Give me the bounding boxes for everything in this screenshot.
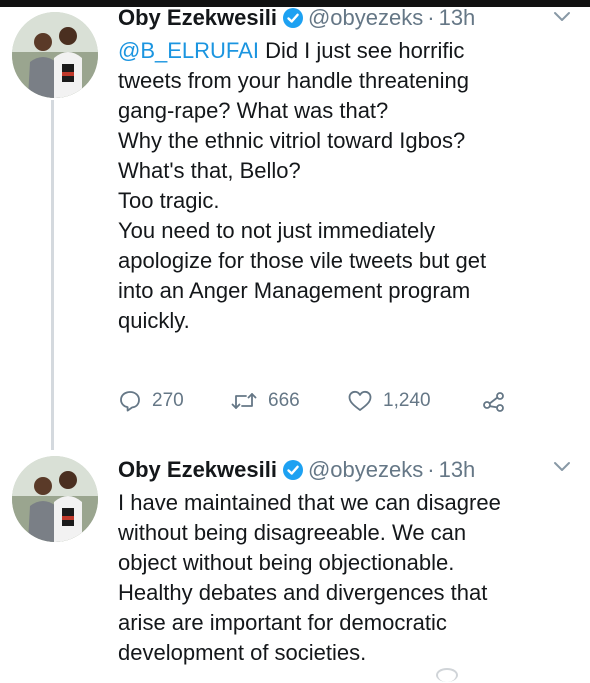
verified-badge-icon (282, 7, 304, 29)
avatar[interactable] (12, 456, 98, 542)
retweet-count: 666 (268, 390, 300, 411)
reply-icon (436, 668, 458, 682)
timestamp[interactable]: 13h (439, 5, 476, 31)
tweet-line-text: Did I just see horrific (265, 38, 465, 63)
tweet-header: Oby Ezekwesili @obyezeks · 13h (118, 0, 558, 36)
tweet-header: Oby Ezekwesili @obyezeks · 13h (118, 452, 558, 488)
thread-connector (51, 100, 54, 450)
heart-icon (348, 390, 372, 411)
tweet-line: What's that, Bello? (118, 158, 301, 183)
tweet-line: arise are important for democratic (118, 610, 447, 635)
tweet-line: You need to not just immediately (118, 218, 436, 243)
mention-link[interactable]: @B_ELRUFAI (118, 38, 259, 63)
verified-badge-icon (282, 459, 304, 481)
author-name[interactable]: Oby Ezekwesili (118, 5, 277, 31)
like-count: 1,240 (383, 390, 431, 411)
tweet-line: Too tragic. (118, 188, 220, 213)
reply-icon (120, 391, 140, 412)
author-handle[interactable]: @obyezeks (308, 457, 423, 483)
timestamp[interactable]: 13h (439, 457, 476, 483)
tweet-line: gang-rape? What was that? (118, 98, 389, 123)
tweet-line: without being disagreeable. We can (118, 520, 467, 545)
tweet-actions: 270 666 1,240 (118, 386, 512, 416)
chevron-down-icon[interactable] (552, 460, 572, 474)
reply-button[interactable]: 270 (118, 389, 230, 413)
like-button[interactable]: 1,240 (347, 389, 482, 413)
tweet-line: Healthy debates and divergences that (118, 580, 488, 605)
separator-dot: · (427, 457, 435, 482)
author-name[interactable]: Oby Ezekwesili (118, 457, 277, 483)
tweet-line: development of societies. (118, 640, 367, 665)
tweet-text: I have maintained that we can disagree w… (118, 488, 558, 668)
tweet-line: @B_ELRUFAI Did I just see horrific (118, 36, 558, 66)
retweet-icon (231, 393, 257, 409)
tweet-text: @B_ELRUFAI Did I just see horrific tweet… (118, 36, 558, 336)
avatar[interactable] (12, 12, 98, 98)
retweet-button[interactable]: 666 (230, 389, 347, 413)
reply-count: 270 (152, 390, 184, 411)
tweet-line: apologize for those vile tweets but get (118, 248, 487, 273)
tweet-line: tweets from your handle threatening (118, 68, 469, 93)
share-button[interactable] (482, 389, 512, 413)
separator-dot: · (427, 5, 435, 30)
tweet-line: Why the ethnic vitriol toward Igbos? (118, 128, 466, 153)
tweet-line: I have maintained that we can disagree (118, 490, 501, 515)
share-icon (483, 392, 504, 412)
tweet-line: object without being objectionable. (118, 550, 455, 575)
chevron-down-icon[interactable] (552, 10, 572, 24)
author-handle[interactable]: @obyezeks (308, 5, 423, 31)
tweet-line: into an Anger Management program (118, 278, 471, 303)
tweet-line: quickly. (118, 308, 190, 333)
